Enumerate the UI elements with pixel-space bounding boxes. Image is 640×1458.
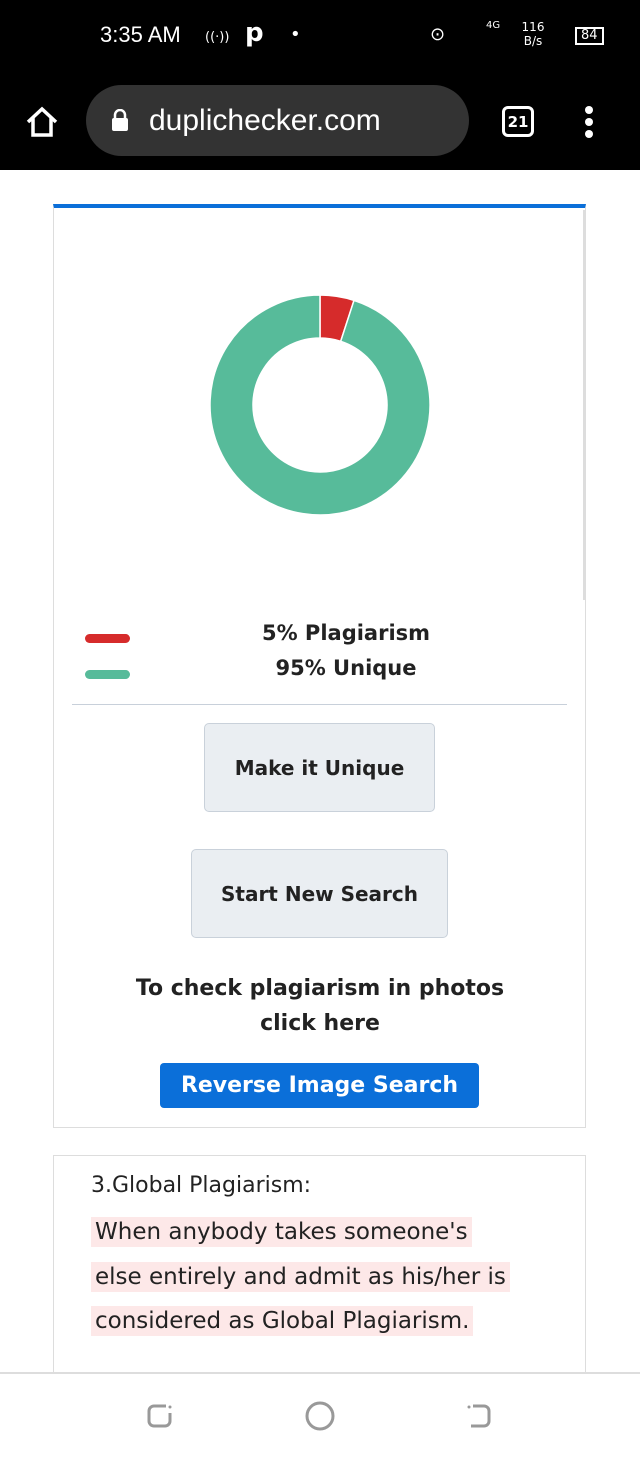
article-line: considered as Global Plagiarism. xyxy=(91,1306,474,1336)
article-line: else entirely and admit as his/her is xyxy=(91,1262,510,1292)
url-text: duplichecker.com xyxy=(149,104,381,137)
divider xyxy=(72,704,567,705)
legend-plagiarism: 5% Plagiarism xyxy=(261,621,431,645)
scrollbar[interactable] xyxy=(583,210,586,600)
network-type: 4G xyxy=(486,20,501,31)
click-here-text: click here xyxy=(260,1011,380,1036)
donut-slice-unique xyxy=(209,294,431,516)
photo-text: To check plagiarism in photos xyxy=(135,976,505,1001)
article-card: 3.Global Plagiarism: When anybody takes … xyxy=(53,1155,586,1395)
navigation-bar xyxy=(0,1372,640,1458)
start-new-search-button[interactable]: Start New Search xyxy=(191,849,448,938)
menu-icon[interactable] xyxy=(582,105,596,139)
article-heading: 3.Global Plagiarism: xyxy=(91,1173,312,1198)
article-line: When anybody takes someone's xyxy=(91,1217,472,1247)
make-unique-button[interactable]: Make it Unique xyxy=(204,723,435,812)
status-bar: 3:35 AM ((·)) p • ⊙ 4G 116 B/s 84 xyxy=(0,0,640,70)
location-icon: ⊙ xyxy=(430,24,446,45)
home-icon[interactable] xyxy=(25,106,59,138)
home-nav-icon[interactable] xyxy=(304,1400,336,1432)
clock: 3:35 AM xyxy=(100,22,181,47)
recents-icon[interactable] xyxy=(146,1402,174,1430)
tab-switcher-button[interactable]: 21 xyxy=(502,106,534,137)
net-speed: 116 B/s xyxy=(521,20,545,48)
app-p-icon: p xyxy=(245,18,264,48)
donut-chart xyxy=(209,294,431,516)
legend-unique: 95% Unique xyxy=(275,656,417,680)
hotspot-icon: ((·)) xyxy=(205,30,230,45)
browser-toolbar: duplichecker.com 21 xyxy=(0,70,640,170)
battery: 84 xyxy=(575,27,604,45)
reverse-image-search-button[interactable]: Reverse Image Search xyxy=(160,1063,479,1108)
dot-icon: • xyxy=(290,24,301,45)
address-bar[interactable]: duplichecker.com xyxy=(86,85,469,156)
back-icon[interactable] xyxy=(465,1402,493,1430)
lock-icon xyxy=(112,109,128,131)
